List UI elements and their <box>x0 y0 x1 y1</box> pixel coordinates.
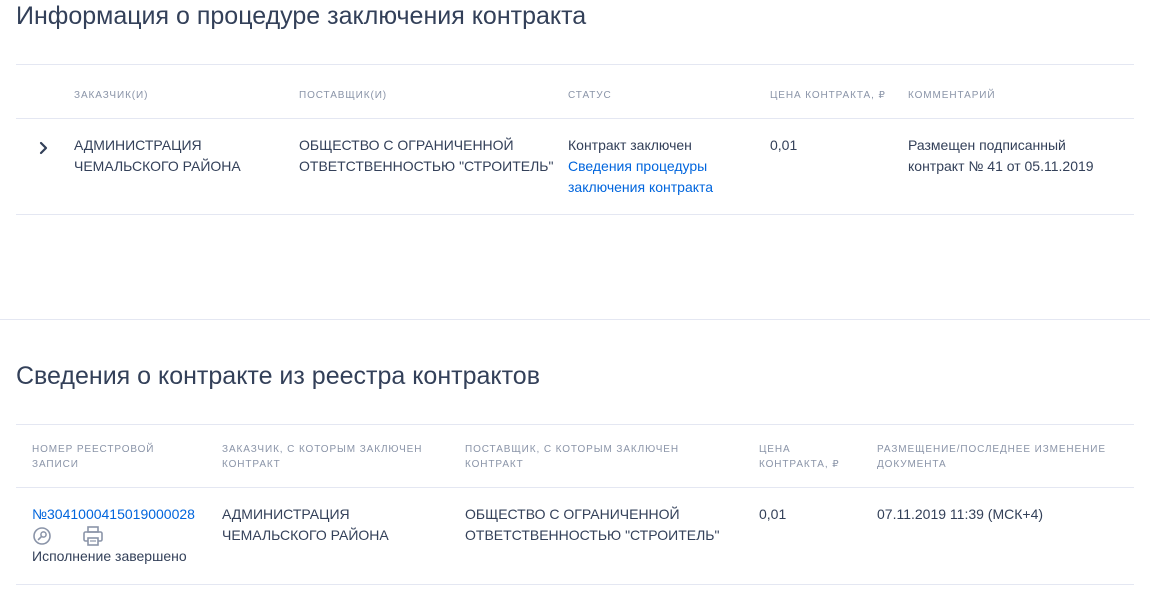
chevron-right-icon[interactable] <box>36 139 52 157</box>
page-title-procedure: Информация о процедуре заключения контра… <box>16 2 587 30</box>
column-header-supplier: ПОСТАВЩИК, С КОТОРЫМ ЗАКЛЮЧЕН КОНТРАКТ <box>465 444 680 470</box>
procedure-customer: АДМИНИСТРАЦИЯ ЧЕМАЛЬСКОГО РАЙОНА <box>74 137 241 174</box>
procedure-status-cell: Контракт заключен Сведения процедуры зак… <box>568 135 713 198</box>
section-divider <box>0 319 1150 320</box>
view-icon[interactable] <box>32 525 54 547</box>
print-icon[interactable] <box>82 525 104 547</box>
divider <box>16 118 1134 119</box>
divider <box>16 424 1134 425</box>
procedure-price: 0,01 <box>770 137 798 153</box>
column-header-customer: ЗАКАЗЧИК(И) <box>74 90 149 101</box>
registry-price: 0,01 <box>759 506 787 522</box>
column-header-supplier: ПОСТАВЩИК(И) <box>299 90 388 101</box>
column-header-status: СТАТУС <box>568 90 612 101</box>
divider <box>16 214 1134 215</box>
registry-number-link[interactable]: №3041000415019000028 <box>32 504 195 525</box>
procedure-supplier: ОБЩЕСТВО С ОГРАНИЧЕННОЙ ОТВЕТСТВЕННОСТЬЮ… <box>299 137 554 174</box>
divider <box>16 584 1134 585</box>
execution-status: Исполнение завершено <box>32 548 187 564</box>
procedure-details-link[interactable]: Сведения процедуры заключения контракта <box>568 156 713 198</box>
column-header-comment: КОММЕНТАРИЙ <box>908 90 996 101</box>
column-header-customer: ЗАКАЗЧИК, С КОТОРЫМ ЗАКЛЮЧЕН КОНТРАКТ <box>222 444 423 470</box>
divider <box>16 64 1134 65</box>
procedure-comment: Размещен подписанный контракт № 41 от 05… <box>908 137 1094 174</box>
registry-posted-date: 07.11.2019 11:39 (МСК+4) <box>877 506 1044 522</box>
column-header-posted: РАЗМЕЩЕНИЕ/ПОСЛЕДНЕЕ ИЗМЕНЕНИЕ ДОКУМЕНТА <box>877 444 1106 470</box>
registry-supplier: ОБЩЕСТВО С ОГРАНИЧЕННОЙ ОТВЕТСТВЕННОСТЬЮ… <box>465 506 720 543</box>
registry-customer: АДМИНИСТРАЦИЯ ЧЕМАЛЬСКОГО РАЙОНА <box>222 506 389 543</box>
column-header-registry-number: НОМЕР РЕЕСТРОВОЙ ЗАПИСИ <box>32 444 155 470</box>
page-title-registry: Сведения о контракте из реестра контракт… <box>16 362 540 390</box>
column-header-price: ЦЕНА КОНТРАКТА, ₽ <box>770 90 886 101</box>
procedure-status: Контракт заключен <box>568 137 692 153</box>
column-header-price: ЦЕНА КОНТРАКТА, ₽ <box>759 444 840 470</box>
divider <box>16 487 1134 488</box>
